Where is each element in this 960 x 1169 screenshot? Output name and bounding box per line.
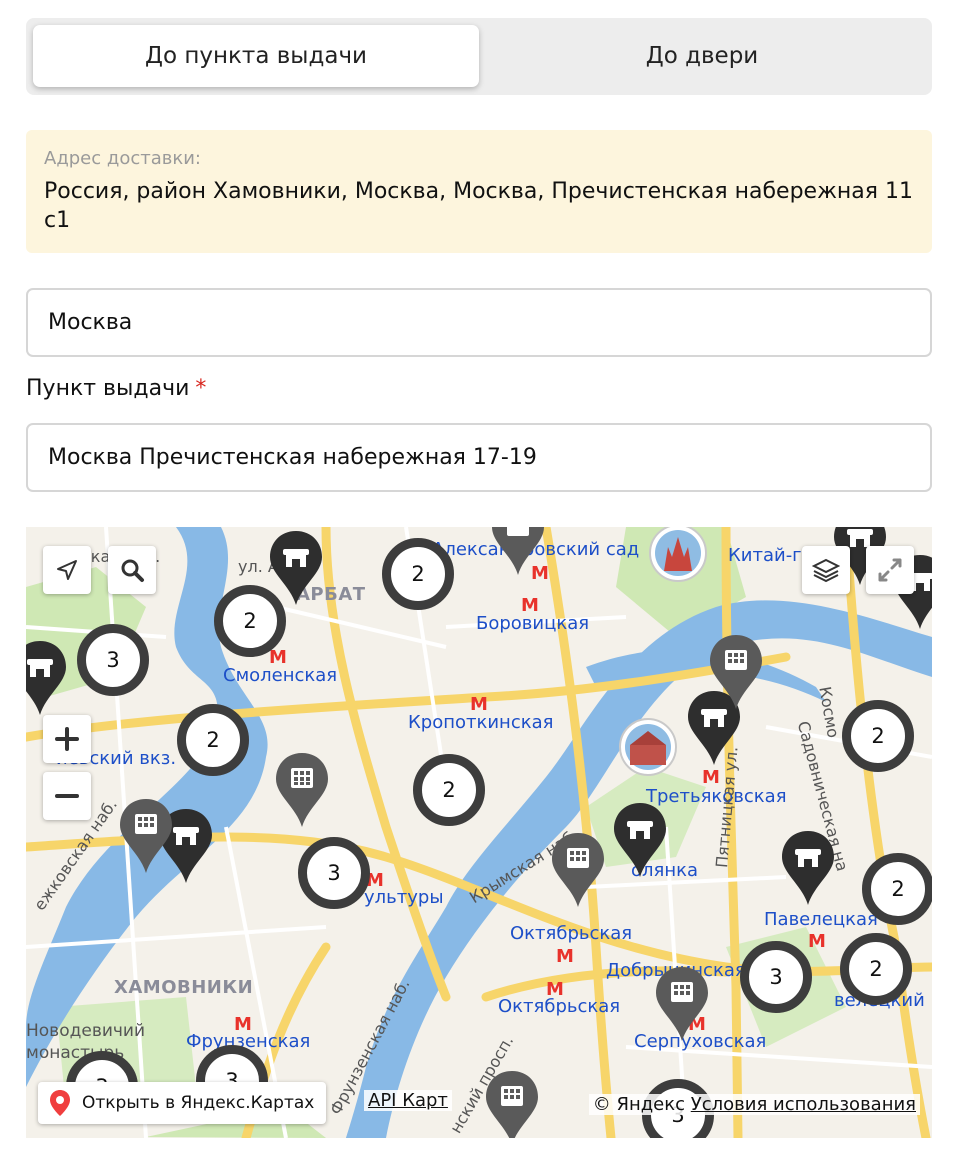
grid-locker-icon <box>501 1086 523 1106</box>
grid-locker-icon <box>671 982 693 1002</box>
zoom-out-button[interactable] <box>43 772 91 820</box>
open-in-yandex-maps-button[interactable]: Открыть в Яндекс.Картах <box>38 1082 327 1124</box>
delivery-address-box: Адрес доставки: Россия, район Хамовники,… <box>26 130 932 253</box>
pickup-point-select[interactable]: Москва Пречистенская набережная 17-19 <box>26 423 932 492</box>
metro-label: Октябрьская <box>498 996 621 1017</box>
metro-marker: M <box>808 931 826 952</box>
locker-pin[interactable] <box>482 1067 542 1138</box>
cluster-marker[interactable]: 2 <box>214 585 286 657</box>
copyright-text: © Яндекс <box>592 1094 686 1115</box>
grid-locker-icon <box>507 527 529 536</box>
store-icon <box>701 709 727 727</box>
pickup-point-label: Пункт выдачи * <box>26 376 206 401</box>
cluster-marker[interactable]: 3 <box>298 837 370 909</box>
locker-pin[interactable] <box>652 963 712 1043</box>
district-label: ХАМОВНИКИ <box>114 977 254 998</box>
metro-label: Павелецкая <box>764 909 878 930</box>
metro-label: Боровицкая <box>476 613 590 634</box>
store-pin[interactable] <box>778 827 838 907</box>
city-input[interactable]: Москва <box>26 288 932 357</box>
map-search-button[interactable] <box>108 546 156 594</box>
locker-pin[interactable] <box>116 795 176 875</box>
delivery-address-label: Адрес доставки: <box>44 148 201 169</box>
grid-locker-icon <box>135 814 157 834</box>
metro-label: Китай-го <box>728 545 813 566</box>
required-mark: * <box>195 376 207 401</box>
cluster-marker[interactable]: 3 <box>740 941 812 1013</box>
metro-label: Октябрьская <box>510 923 633 944</box>
fullscreen-button[interactable] <box>866 546 914 594</box>
tab-pickup-point[interactable]: До пункта выдачи <box>33 25 479 87</box>
cluster-marker[interactable]: 2 <box>413 754 485 826</box>
landmark-marker <box>619 718 677 776</box>
metro-label: ультуры <box>364 887 444 908</box>
store-icon <box>627 821 653 839</box>
map-copyright: © Яндекс Условия использования <box>588 1094 920 1115</box>
metro-marker: M <box>556 946 574 967</box>
terms-of-use-link[interactable]: Условия использования <box>691 1094 916 1115</box>
metro-label: Кропоткинская <box>408 712 554 733</box>
cluster-marker[interactable]: 2 <box>862 853 932 925</box>
open-in-yandex-maps-label: Открыть в Яндекс.Картах <box>82 1093 315 1113</box>
locker-pin[interactable] <box>548 829 608 909</box>
geolocation-icon <box>57 560 77 580</box>
store-pin[interactable] <box>26 637 70 717</box>
cluster-marker[interactable]: 2 <box>177 704 249 776</box>
store-icon <box>795 849 821 867</box>
locker-pin[interactable] <box>488 527 548 577</box>
store-icon <box>847 529 873 547</box>
locker-pin[interactable] <box>706 631 766 711</box>
zoom-out-icon <box>55 794 79 798</box>
zoom-in-icon <box>55 727 79 751</box>
delivery-type-tabs: До пункта выдачи До двери <box>26 18 932 95</box>
cluster-marker[interactable]: 2 <box>840 933 912 1005</box>
locker-pin[interactable] <box>272 749 332 829</box>
cluster-marker[interactable]: 2 <box>382 538 454 610</box>
geolocation-button[interactable] <box>43 546 91 594</box>
cluster-marker[interactable]: 2 <box>842 700 914 772</box>
pickup-point-label-text: Пункт выдачи <box>26 376 190 401</box>
grid-locker-icon <box>567 848 589 868</box>
api-maps-link[interactable]: API Карт <box>364 1090 452 1111</box>
map-pin-icon <box>50 1090 70 1116</box>
delivery-address-value: Россия, район Хамовники, Москва, Москва,… <box>44 179 913 233</box>
fullscreen-icon <box>878 558 902 582</box>
layers-button[interactable] <box>802 546 850 594</box>
metro-marker: M <box>702 767 720 788</box>
grid-locker-icon <box>725 650 747 670</box>
street-label: Новодевичий <box>26 1021 146 1041</box>
store-icon <box>173 827 199 845</box>
grid-locker-icon <box>291 768 313 788</box>
map[interactable]: M M M M M M M M M M M Александровский са… <box>26 527 932 1138</box>
cluster-marker[interactable]: 3 <box>77 624 149 696</box>
zoom-in-button[interactable] <box>43 715 91 763</box>
tab-to-door[interactable]: До двери <box>479 25 925 87</box>
search-icon <box>121 559 144 582</box>
store-icon <box>283 549 309 567</box>
store-pin[interactable] <box>610 799 670 879</box>
metro-label: Смоленская <box>223 665 338 686</box>
landmark-marker <box>649 527 707 582</box>
layers-icon <box>812 558 840 583</box>
store-icon <box>27 659 53 677</box>
